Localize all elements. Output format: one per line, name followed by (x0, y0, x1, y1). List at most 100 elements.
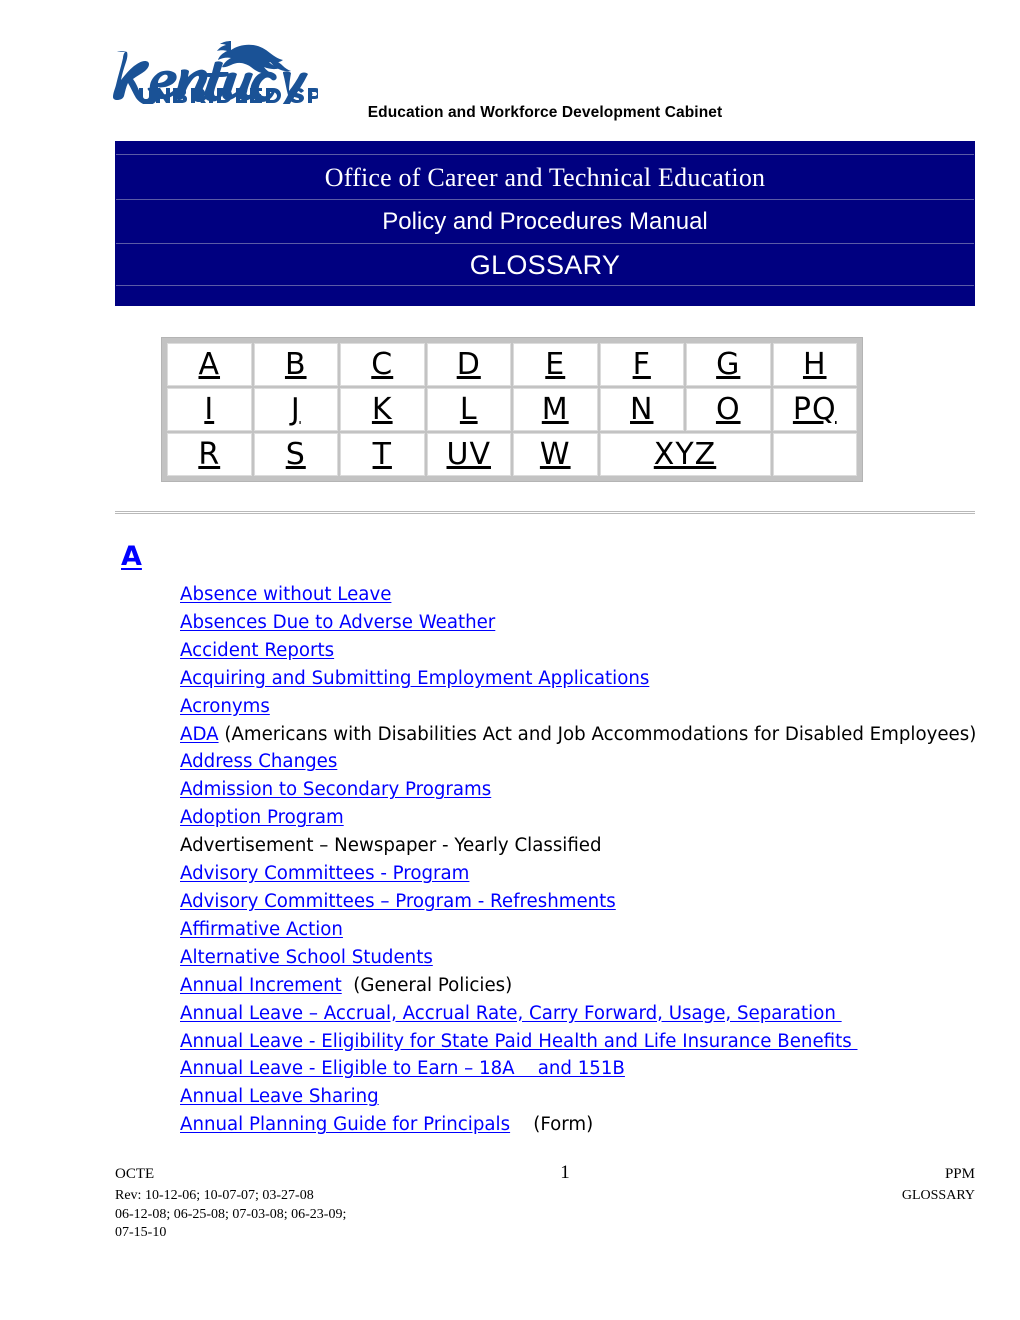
glossary-entry: ADA (Americans with Disabilities Act and… (180, 721, 980, 749)
glossary-entry-link[interactable]: Acronyms (180, 696, 270, 717)
banner-spacer-bottom (116, 286, 974, 305)
glossary-page: ™ Education and Workforce Development Ca… (0, 0, 1020, 1320)
banner-manual-title: Policy and Procedures Manual (116, 200, 974, 244)
alphabet-cell-g[interactable]: G (686, 343, 771, 386)
alphabet-cell-pq[interactable]: PQ (772, 388, 857, 431)
section-divider-rule (115, 511, 975, 514)
alphabet-link-uv[interactable]: UV (447, 437, 491, 472)
alphabet-link-b[interactable]: B (285, 347, 307, 382)
glossary-entry: Annual Leave - Eligibility for State Pai… (180, 1028, 980, 1056)
alphabet-link-pq[interactable]: PQ (793, 392, 837, 427)
trademark-symbol: ™ (308, 93, 314, 100)
section-heading-a[interactable]: A (121, 542, 142, 572)
glossary-entry-link[interactable]: Address Changes (180, 751, 337, 772)
alphabet-cell-r[interactable]: R (167, 433, 252, 476)
alphabet-cell-d[interactable]: D (426, 343, 511, 386)
alphabet-cell-i[interactable]: I (167, 388, 252, 431)
alphabet-cell-b[interactable]: B (253, 343, 338, 386)
glossary-entry-link[interactable]: Advisory Committees - Program (180, 863, 469, 884)
alphabet-cell-a[interactable]: A (167, 343, 252, 386)
glossary-entry: Accident Reports (180, 637, 980, 665)
alphabet-link-m[interactable]: M (542, 392, 569, 427)
alphabet-cell-t[interactable]: T (340, 433, 425, 476)
glossary-entry: Acronyms (180, 693, 980, 721)
glossary-entry: Advertisement – Newspaper - Yearly Class… (180, 832, 980, 860)
alphabet-link-w[interactable]: W (540, 437, 571, 472)
alphabet-link-g[interactable]: G (716, 347, 740, 382)
banner-spacer-top (116, 142, 974, 155)
alphabet-link-xyz[interactable]: XYZ (654, 437, 716, 472)
glossary-entry-link[interactable]: Absences Due to Adverse Weather (180, 612, 495, 633)
glossary-entry: Alternative School Students (180, 944, 980, 972)
alphabet-link-c[interactable]: C (371, 347, 393, 382)
glossary-entry-text: (Form) (510, 1114, 594, 1136)
alphabet-cell-k[interactable]: K (340, 388, 425, 431)
alphabet-cell-s[interactable]: S (253, 433, 338, 476)
alphabet-link-e[interactable]: E (545, 347, 565, 382)
glossary-entry-link[interactable]: Alternative School Students (180, 947, 433, 968)
alphabet-cell-l[interactable]: L (426, 388, 511, 431)
glossary-entry-link[interactable]: Acquiring and Submitting Employment Appl… (180, 668, 649, 689)
alphabet-cell-o[interactable]: O (686, 388, 771, 431)
footer-row-top: OCTE 1 PPM (115, 1162, 975, 1188)
footer-row-revisions: Rev: 10-12-06; 10-07-07; 03-27-08 GLOSSA… (115, 1188, 975, 1206)
glossary-entry-link[interactable]: Annual Increment (180, 975, 342, 996)
alphabet-cell-empty (772, 433, 857, 476)
alphabet-cell-uv[interactable]: UV (426, 433, 511, 476)
footer-revision-line-1: Rev: 10-12-06; 10-07-07; 03-27-08 (115, 1188, 314, 1203)
banner-office-title: Office of Career and Technical Education (116, 155, 974, 200)
glossary-entry: Affirmative Action (180, 916, 980, 944)
footer-page-number: 1 (560, 1162, 570, 1183)
alphabet-link-f[interactable]: F (633, 347, 651, 382)
alphabet-cell-e[interactable]: E (513, 343, 598, 386)
glossary-entry: Absence without Leave (180, 581, 980, 609)
alphabet-link-n[interactable]: N (630, 392, 653, 427)
alphabet-link-t[interactable]: T (373, 437, 392, 472)
alphabet-link-s[interactable]: S (286, 437, 306, 472)
glossary-entry-link[interactable]: Annual Leave Sharing (180, 1086, 379, 1107)
glossary-entry-link[interactable]: Annual Leave - Eligibility for State Pai… (180, 1031, 858, 1052)
alphabet-cell-c[interactable]: C (340, 343, 425, 386)
alphabet-link-k[interactable]: K (372, 392, 393, 427)
alphabet-cell-h[interactable]: H (772, 343, 857, 386)
glossary-entry: Advisory Committees – Program - Refreshm… (180, 888, 980, 916)
glossary-entry-link[interactable]: ADA (180, 724, 219, 745)
glossary-entry-link[interactable]: Admission to Secondary Programs (180, 779, 491, 800)
glossary-entry-link[interactable]: Absence without Leave (180, 584, 391, 605)
alphabet-cell-m[interactable]: M (513, 388, 598, 431)
alphabet-link-l[interactable]: L (460, 392, 478, 427)
glossary-entry-link[interactable]: Adoption Program (180, 807, 344, 828)
glossary-entry-link[interactable]: Affirmative Action (180, 919, 343, 940)
glossary-entry-link[interactable]: Annual Leave - Eligible to Earn – 18A an… (180, 1058, 625, 1079)
alphabet-cell-n[interactable]: N (599, 388, 684, 431)
glossary-entry-link[interactable]: Advisory Committees – Program - Refreshm… (180, 891, 616, 912)
alphabet-cell-f[interactable]: F (599, 343, 684, 386)
glossary-entry-link[interactable]: Accident Reports (180, 640, 334, 661)
alphabet-cell-w[interactable]: W (513, 433, 598, 476)
glossary-entry: Admission to Secondary Programs (180, 776, 980, 804)
glossary-entry-link[interactable]: Annual Leave – Accrual, Accrual Rate, Ca… (180, 1003, 842, 1024)
alphabet-cell-xyz[interactable]: XYZ (599, 433, 771, 476)
cabinet-heading: Education and Workforce Development Cabi… (367, 104, 723, 121)
banner-section-title: GLOSSARY (116, 244, 974, 286)
alphabet-link-i[interactable]: I (204, 392, 214, 427)
alphabet-link-h[interactable]: H (803, 347, 827, 382)
glossary-entry: Absences Due to Adverse Weather (180, 609, 980, 637)
alphabet-link-j[interactable]: J (291, 392, 301, 427)
glossary-entry: Adoption Program (180, 804, 980, 832)
alphabet-link-r[interactable]: R (198, 437, 220, 472)
alphabet-link-o[interactable]: O (716, 392, 741, 427)
title-banner: Office of Career and Technical Education… (115, 141, 975, 306)
alphabet-cell-j[interactable]: J (253, 388, 338, 431)
glossary-entry: Annual Increment (General Policies) (180, 972, 980, 1000)
footer-manual-code: PPM (944, 1166, 975, 1182)
footer-revision-line-2: 06-12-08; 06-25-08; 07-03-08; 06-23-09; (115, 1207, 347, 1222)
kentucky-logo-icon: ™ (113, 41, 318, 104)
alphabet-row: I J K L M N O PQ (167, 388, 857, 431)
alphabet-row: A B C D E F G H (167, 343, 857, 386)
glossary-entry-text: Advertisement – Newspaper - Yearly Class… (180, 835, 602, 857)
glossary-entry-link[interactable]: Annual Planning Guide for Principals (180, 1114, 510, 1135)
alphabet-link-d[interactable]: D (457, 347, 481, 382)
alphabet-link-a[interactable]: A (198, 347, 220, 382)
alphabet-grid: A B C D E F G H I J K L M N O PQ R S T UV W XYZ (165, 341, 859, 478)
